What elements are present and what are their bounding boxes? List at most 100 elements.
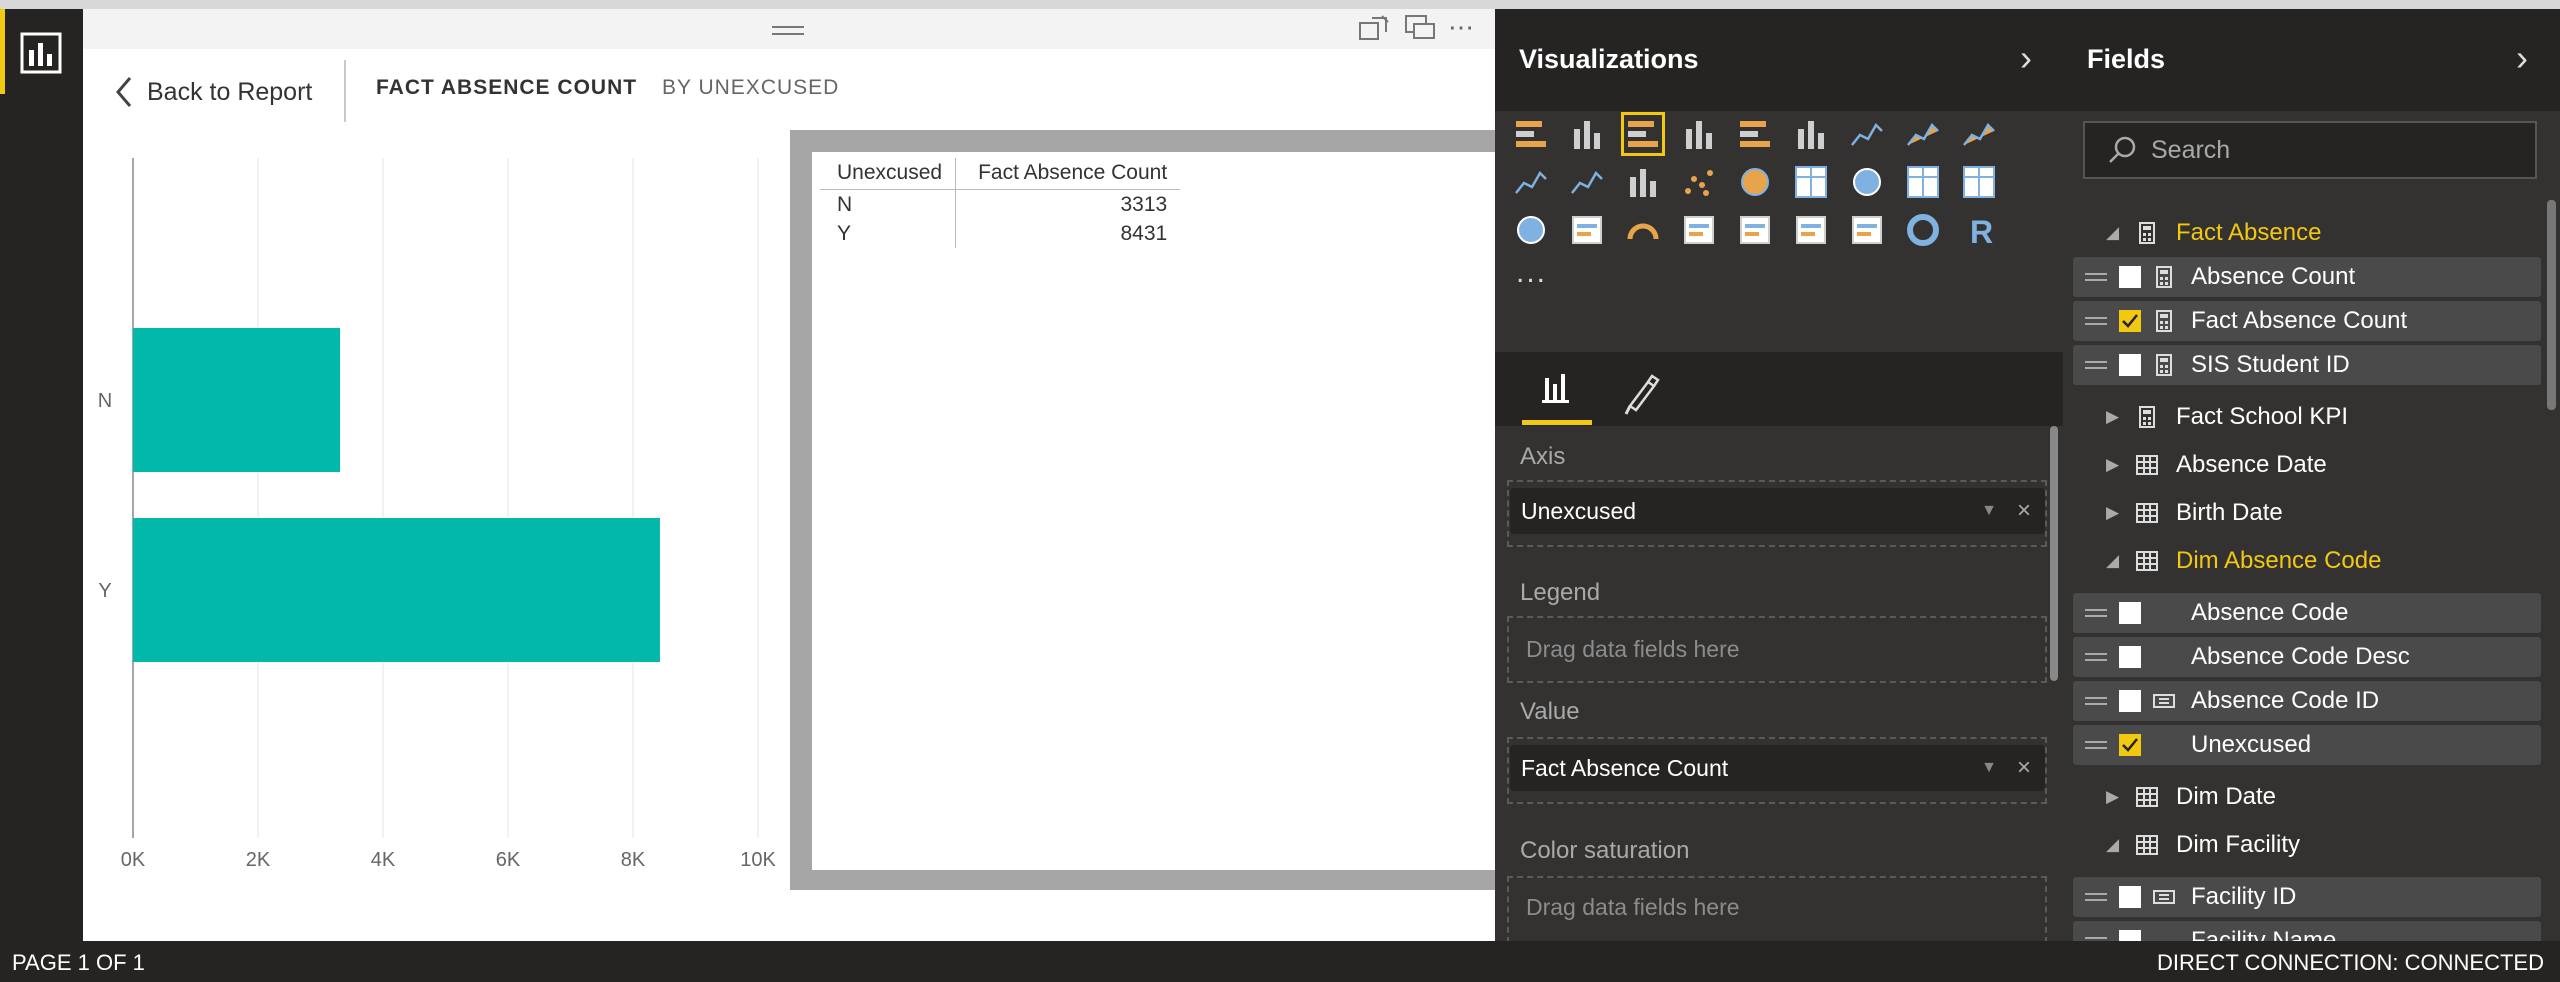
clustered-bar-chart-icon[interactable] <box>1621 112 1665 156</box>
field-checkbox[interactable] <box>2119 266 2141 288</box>
field-row[interactable]: Absence Code Desc <box>2073 637 2541 677</box>
expand-icon[interactable]: ▶ <box>2106 407 2120 427</box>
field-table-row[interactable]: ▶ Birth Date <box>2072 493 2542 533</box>
field-table-row[interactable]: ▶ Absence Date <box>2072 445 2542 485</box>
switch-to-report-icon[interactable] <box>1358 14 1392 42</box>
pie-chart-icon[interactable] <box>1736 163 1774 201</box>
expand-icon[interactable]: ▶ <box>2106 503 2120 523</box>
drag-handle-icon[interactable] <box>2085 697 2107 705</box>
stacked-column-chart-icon[interactable] <box>1568 115 1606 153</box>
map-icon[interactable] <box>1848 163 1886 201</box>
column-header-fact-absence-count[interactable]: Fact Absence Count <box>955 158 1181 190</box>
treemap-icon[interactable] <box>1792 163 1830 201</box>
line-and-clustered-column-chart-icon[interactable] <box>1568 163 1606 201</box>
visual-title: FACT ABSENCE COUNT <box>376 76 638 99</box>
drag-grip-icon[interactable] <box>772 25 804 37</box>
scatter-chart-icon[interactable] <box>1680 163 1718 201</box>
bar-N[interactable] <box>133 328 341 472</box>
filled-map-icon[interactable] <box>1512 211 1550 249</box>
expand-icon[interactable]: ▶ <box>2106 787 2120 807</box>
field-row[interactable]: Absence Code ID <box>2073 681 2541 721</box>
x-tick-label: 4K <box>371 849 396 871</box>
slicer-icon[interactable] <box>1848 211 1886 249</box>
drag-handle-icon[interactable] <box>2085 273 2107 281</box>
table-icon <box>2136 834 2158 856</box>
field-label: Fact Absence Count <box>2191 307 2408 334</box>
see-records-icon[interactable] <box>1404 14 1438 42</box>
matrix-icon[interactable] <box>1960 163 1998 201</box>
field-row[interactable]: Fact Absence Count <box>2073 301 2541 341</box>
gauge-icon[interactable] <box>1624 211 1662 249</box>
collapse-icon[interactable]: ◢ <box>2106 551 2120 571</box>
expand-icon[interactable]: ▶ <box>2106 455 2120 475</box>
field-table-row[interactable]: ▶ Fact School KPI <box>2072 397 2542 437</box>
card-icon[interactable] <box>1736 211 1774 249</box>
field-checkbox[interactable] <box>2119 602 2141 624</box>
field-table-row[interactable]: ◢ Dim Absence Code <box>2072 541 2542 581</box>
field-row[interactable]: Absence Code <box>2073 593 2541 633</box>
remove-field-icon[interactable]: × <box>2017 754 2031 782</box>
column-header-unexcused[interactable]: Unexcused <box>820 158 957 190</box>
fields-tab-icon[interactable] <box>1522 362 1592 426</box>
more-visuals-icon[interactable]: ... <box>1516 256 1547 290</box>
area-chart-icon[interactable] <box>1904 115 1942 153</box>
format-paint-roller-icon[interactable] <box>1608 362 1678 426</box>
collapse-visualizations-chevron-icon[interactable]: › <box>2020 40 2032 76</box>
field-table-row[interactable]: ◢ Dim Facility <box>2072 825 2542 865</box>
field-checkbox[interactable] <box>2119 886 2141 908</box>
drag-handle-icon[interactable] <box>2085 653 2107 661</box>
field-checkbox[interactable] <box>2119 310 2141 332</box>
ribbon-chart-icon[interactable] <box>1624 163 1662 201</box>
field-row[interactable]: SIS Student ID <box>2073 345 2541 385</box>
axis-field-pill[interactable]: Unexcused ▼ × <box>1510 488 2045 534</box>
axis-well-label: Axis <box>1520 443 1566 470</box>
dropdown-arrow-icon[interactable]: ▼ <box>1981 502 1997 520</box>
collapse-fields-chevron-icon[interactable]: › <box>2516 40 2528 76</box>
stacked-bar-chart-icon[interactable] <box>1512 115 1550 153</box>
collapse-icon[interactable]: ◢ <box>2106 223 2120 243</box>
collapse-icon[interactable]: ◢ <box>2106 835 2120 855</box>
table-icon[interactable] <box>1904 163 1942 201</box>
100-stacked-bar-chart-icon[interactable] <box>1736 115 1774 153</box>
field-checkbox[interactable] <box>2119 646 2141 668</box>
report-view-icon[interactable] <box>20 32 62 74</box>
visualizations-scrollbar[interactable] <box>2050 426 2058 681</box>
search-icon <box>2109 136 2136 163</box>
page-indicator: PAGE 1 OF 1 <box>12 950 145 975</box>
field-checkbox[interactable] <box>2119 354 2141 376</box>
table-cell: 8431 <box>1120 221 1168 245</box>
field-table-row[interactable]: ◢ Fact Absence <box>2072 213 2542 253</box>
value-field-pill[interactable]: Fact Absence Count ▼ × <box>1510 745 2045 791</box>
kpi-icon[interactable] <box>1792 211 1830 249</box>
r-visual-icon[interactable]: R <box>1960 211 1998 249</box>
field-row[interactable]: Unexcused <box>2073 725 2541 765</box>
field-checkbox[interactable] <box>2119 734 2141 756</box>
donut-chart-icon[interactable] <box>1904 211 1942 249</box>
line-and-stacked-column-chart-icon[interactable] <box>1512 163 1550 201</box>
drag-handle-icon[interactable] <box>2085 893 2107 901</box>
100-stacked-column-chart-icon[interactable] <box>1792 115 1830 153</box>
field-label: Fact School KPI <box>2176 403 2349 430</box>
stacked-area-chart-icon[interactable] <box>1960 115 1998 153</box>
drag-handle-icon[interactable] <box>2085 361 2107 369</box>
drag-handle-icon[interactable] <box>2085 609 2107 617</box>
back-to-report-link[interactable]: Back to Report <box>115 72 312 112</box>
field-checkbox[interactable] <box>2119 690 2141 712</box>
line-chart-icon[interactable] <box>1848 115 1886 153</box>
drag-handle-icon[interactable] <box>2085 741 2107 749</box>
field-row[interactable]: Facility ID <box>2073 877 2541 917</box>
more-options-icon[interactable]: ⋯ <box>1448 14 1474 40</box>
remove-field-icon[interactable]: × <box>2017 497 2031 525</box>
clustered-column-chart-icon[interactable] <box>1680 115 1718 153</box>
fields-scrollbar[interactable] <box>2547 200 2556 410</box>
dropdown-arrow-icon[interactable]: ▼ <box>1981 759 1997 777</box>
multi-row-card-icon[interactable] <box>1680 211 1718 249</box>
y-tick-label: N <box>98 390 112 412</box>
funnel-icon[interactable] <box>1568 211 1606 249</box>
bar-Y[interactable] <box>133 518 660 662</box>
field-row[interactable]: Absence Count <box>2073 257 2541 297</box>
x-tick-label: 6K <box>496 849 521 871</box>
drag-handle-icon[interactable] <box>2085 317 2107 325</box>
fields-search-input[interactable]: Search <box>2083 121 2537 179</box>
field-table-row[interactable]: ▶ Dim Date <box>2072 777 2542 817</box>
